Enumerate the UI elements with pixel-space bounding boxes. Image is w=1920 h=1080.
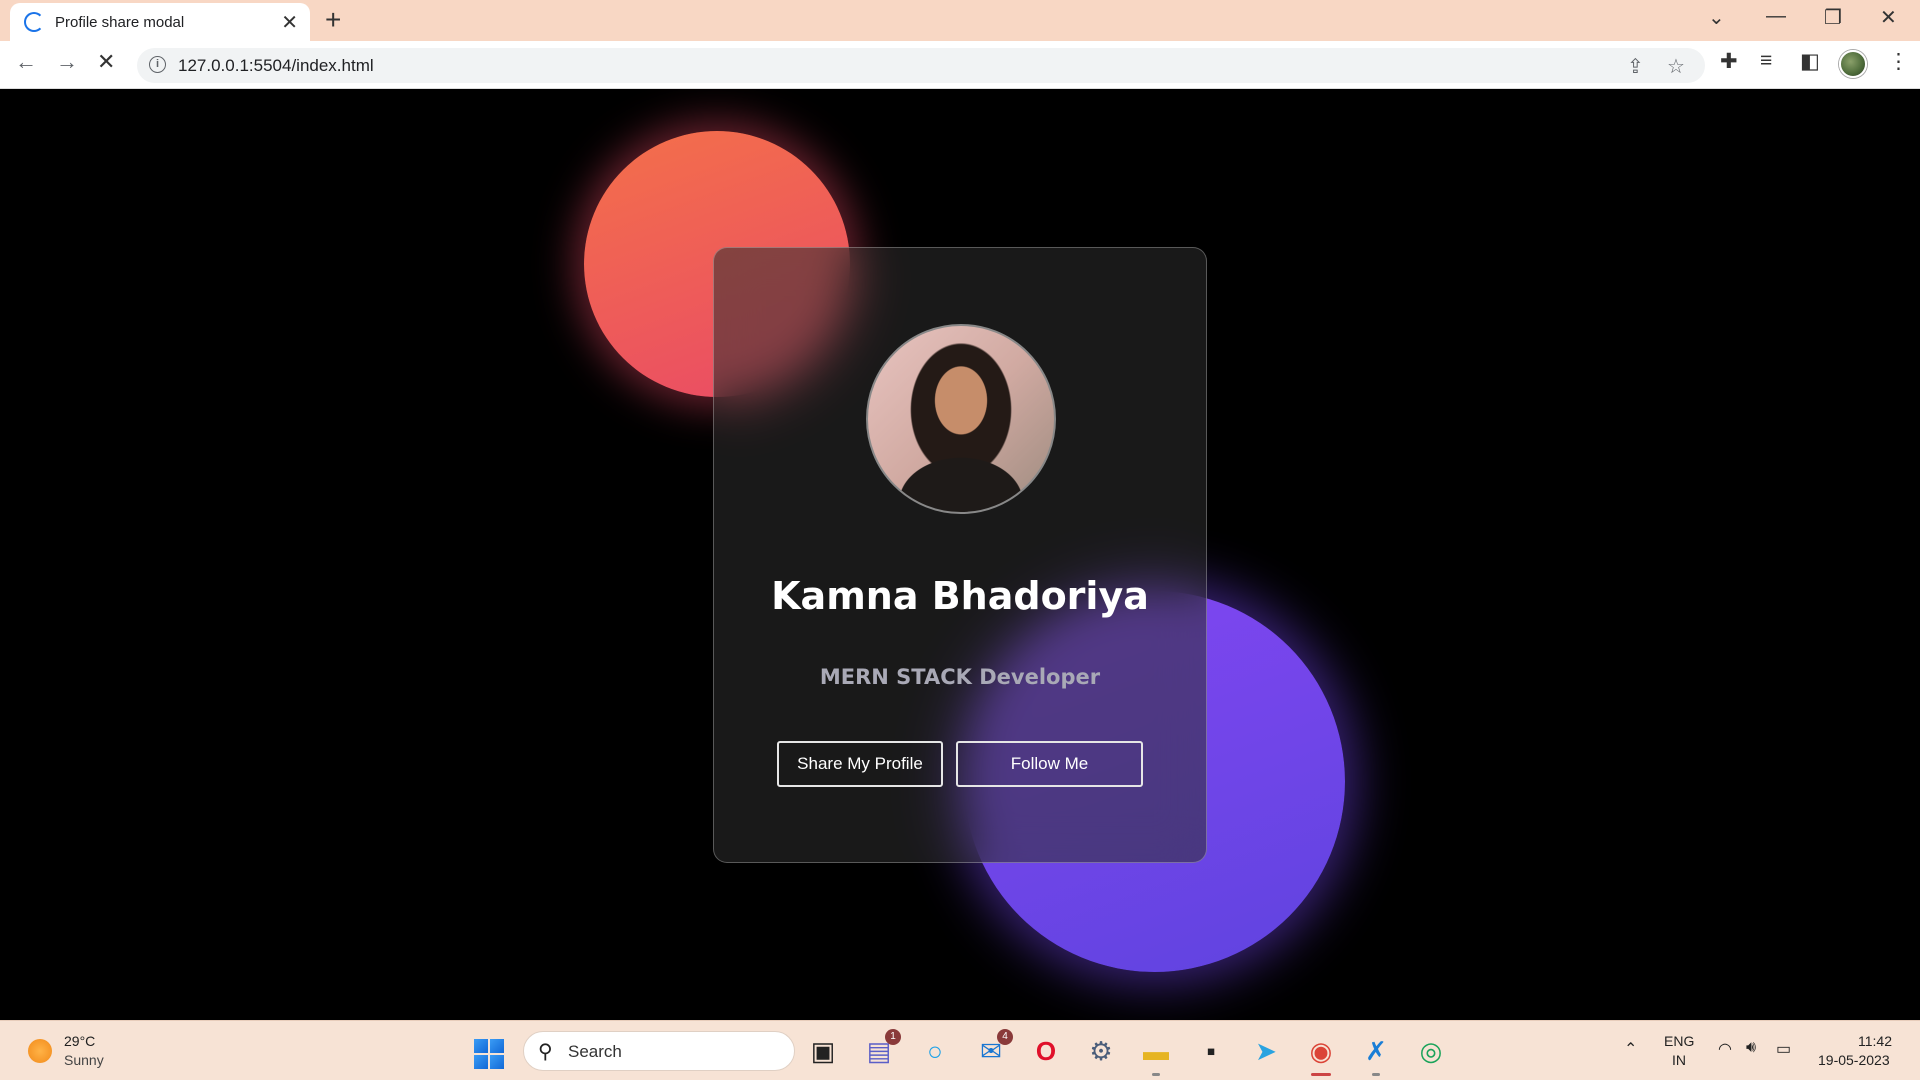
profile-name: Kamna Bhadoriya (771, 574, 1149, 618)
loading-icon (24, 12, 44, 32)
stop-loading-icon[interactable]: ✕ (97, 49, 115, 75)
file-explorer-icon[interactable]: ▬ (1138, 1033, 1174, 1076)
browser-toolbar: ← → ✕ i 127.0.0.1:5504/index.html ⇪ ☆ ✚ … (0, 41, 1920, 89)
telegram-icon[interactable]: ➤ (1248, 1033, 1284, 1069)
close-window-button[interactable]: ✕ (1880, 5, 1897, 30)
minimize-button[interactable]: — (1766, 5, 1786, 28)
site-info-icon[interactable]: i (149, 56, 166, 73)
forward-icon[interactable]: → (56, 49, 78, 75)
search-icon: ⚲ (538, 1041, 553, 1063)
profile-photo (866, 324, 1056, 514)
profile-card: Kamna Bhadoriya MERN STACK Developer Sha… (713, 247, 1207, 863)
edge-icon[interactable]: ◎ (1413, 1033, 1449, 1069)
tab-strip: Profile share modal ✕ + ⌄ — ❐ ✕ (0, 0, 1920, 41)
taskbar-search[interactable]: ⚲ Search (523, 1031, 795, 1071)
task-view-icon[interactable]: ▣ (805, 1033, 841, 1069)
profile-role: MERN STACK Developer (819, 665, 1101, 689)
tab-search-icon[interactable]: ⌄ (1708, 5, 1725, 30)
url-text: 127.0.0.1:5504/index.html (178, 56, 374, 75)
page-viewport: Kamna Bhadoriya MERN STACK Developer Sha… (0, 89, 1920, 1020)
tab-title: Profile share modal (55, 14, 185, 31)
settings-gear-icon[interactable]: ⚙ (1083, 1033, 1119, 1069)
weather-temperature[interactable]: 29°C (64, 1033, 95, 1049)
bookmark-star-icon[interactable]: ☆ (1667, 54, 1685, 79)
close-tab-icon[interactable]: ✕ (281, 10, 298, 35)
chat-badge: 1 (885, 1029, 901, 1045)
vscode-icon[interactable]: ✗ (1358, 1033, 1394, 1076)
battery-icon[interactable]: ▭ (1776, 1039, 1791, 1059)
chat-icon[interactable]: ▤ 1 (861, 1029, 901, 1069)
input-region[interactable]: IN (1672, 1052, 1686, 1068)
volume-icon[interactable]: 🔊︎ (1746, 1039, 1756, 1057)
input-language[interactable]: ENG (1664, 1033, 1694, 1049)
side-panel-icon[interactable]: ◧ (1800, 49, 1820, 74)
media-control-icon[interactable]: ≡ (1760, 49, 1772, 73)
restore-button[interactable]: ❐ (1824, 5, 1842, 30)
browser-tab[interactable]: Profile share modal ✕ (10, 3, 310, 41)
clock-date[interactable]: 19-05-2023 (1818, 1052, 1890, 1068)
chrome-icon[interactable]: ◉ (1303, 1033, 1339, 1076)
share-profile-button[interactable]: Share My Profile (777, 741, 943, 787)
share-icon[interactable]: ⇪ (1627, 54, 1644, 79)
extensions-icon[interactable]: ✚ (1720, 49, 1738, 74)
mail-badge: 4 (997, 1029, 1013, 1045)
sun-icon[interactable] (28, 1039, 52, 1063)
follow-button[interactable]: Follow Me (956, 741, 1143, 787)
start-button[interactable] (474, 1039, 504, 1069)
wifi-icon[interactable]: ◠ (1718, 1039, 1732, 1059)
new-tab-button[interactable]: + (325, 4, 341, 36)
menu-icon[interactable]: ⋮ (1888, 49, 1909, 74)
address-bar[interactable]: i 127.0.0.1:5504/index.html ⇪ ☆ (137, 48, 1705, 83)
search-placeholder: Search (568, 1042, 622, 1061)
terminal-icon[interactable]: ▪ (1193, 1033, 1229, 1069)
cortana-icon[interactable]: ○ (917, 1033, 953, 1069)
back-icon[interactable]: ← (15, 49, 37, 75)
weather-condition[interactable]: Sunny (64, 1052, 104, 1068)
show-hidden-icons-chevron-icon[interactable]: ⌃ (1624, 1039, 1637, 1059)
windows-taskbar: 29°C Sunny ⚲ Search ▣ ▤ 1 ○ ✉ 4 O ⚙ ▬ ▪ ➤ … (0, 1020, 1920, 1080)
opera-icon[interactable]: O (1028, 1033, 1064, 1069)
profile-avatar[interactable] (1839, 50, 1867, 78)
clock-time[interactable]: 11:42 (1858, 1033, 1892, 1049)
mail-icon[interactable]: ✉ 4 (973, 1029, 1013, 1069)
